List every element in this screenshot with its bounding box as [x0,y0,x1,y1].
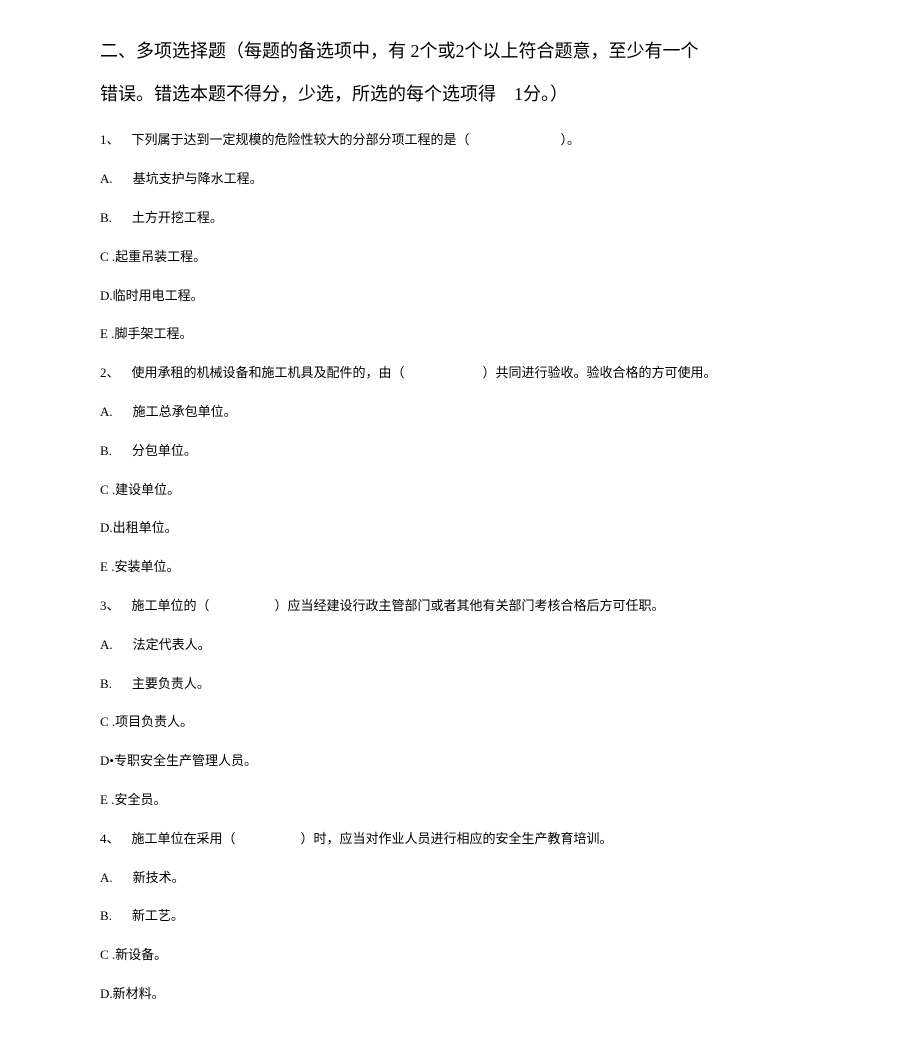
option-text: 土方开挖工程。 [132,210,223,225]
option-label: B. [100,908,112,923]
option: D.出租单位。 [100,518,820,539]
option-label: C . [100,714,115,729]
option-label: C . [100,249,115,264]
option-label: C . [100,947,115,962]
section-title-line1: 二、多项选择题（每题的备选项中，有 2个或2个以上符合题意，至少有一个 [100,30,820,73]
question-number: 1、 [100,132,120,147]
option-text: 分包单位。 [132,443,197,458]
option: D.新材料。 [100,984,820,1005]
option-label: D. [100,520,113,535]
option-label: D. [100,288,113,303]
option: E .脚手架工程。 [100,324,820,345]
option-text: 起重吊装工程。 [115,249,206,264]
question-stem: 1、下列属于达到一定规模的危险性较大的分部分项工程的是（ ）。 [100,130,820,151]
option-text: 基坑支护与降水工程。 [133,171,263,186]
option: E .安全员。 [100,790,820,811]
question-number: 4、 [100,831,120,846]
option-label: A. [100,171,113,186]
option-text: 施工总承包单位。 [133,404,237,419]
option: A. 新技术。 [100,868,820,889]
option-label: E . [100,326,114,341]
option-label: E . [100,792,114,807]
option-label: A. [100,637,113,652]
option-text: 出租单位。 [113,520,178,535]
option: C .项目负责人。 [100,712,820,733]
option: C .新设备。 [100,945,820,966]
option-label: B. [100,210,112,225]
option-text: 脚手架工程。 [114,326,192,341]
option-text: 项目负责人。 [115,714,193,729]
option: D.临时用电工程。 [100,286,820,307]
question-stem: 2、使用承租的机械设备和施工机具及配件的，由（ ）共同进行验收。验收合格的方可使… [100,363,820,384]
question-text: 施工单位的（ ）应当经建设行政主管部门或者其他有关部门考核合格后方可任职。 [132,598,665,613]
option-label: D• [100,753,114,768]
question-number: 2、 [100,365,120,380]
option: B. 主要负责人。 [100,674,820,695]
option: E .安装单位。 [100,557,820,578]
option-label: B. [100,676,112,691]
option-label: E . [100,559,114,574]
question-number: 3、 [100,598,120,613]
option-text: 新工艺。 [132,908,184,923]
section-title-line2: 错误。错选本题不得分，少选，所选的每个选项得 1分。） [100,73,820,116]
option: C .起重吊装工程。 [100,247,820,268]
option-text: 新材料。 [113,986,165,1001]
option: C .建设单位。 [100,480,820,501]
option: A. 施工总承包单位。 [100,402,820,423]
option: A. 基坑支护与降水工程。 [100,169,820,190]
option: B. 分包单位。 [100,441,820,462]
option-text: 法定代表人。 [133,637,211,652]
option-text: 安全员。 [114,792,166,807]
option-label: A. [100,870,113,885]
option-label: D. [100,986,113,1001]
option: B. 土方开挖工程。 [100,208,820,229]
option-text: 专职安全生产管理人员。 [114,753,257,768]
option: D•专职安全生产管理人员。 [100,751,820,772]
option-text: 新技术。 [133,870,185,885]
option-text: 临时用电工程。 [113,288,204,303]
option-label: B. [100,443,112,458]
option-text: 新设备。 [115,947,167,962]
question-stem: 4、施工单位在采用（ ）时，应当对作业人员进行相应的安全生产教育培训。 [100,829,820,850]
question-stem: 3、施工单位的（ ）应当经建设行政主管部门或者其他有关部门考核合格后方可任职。 [100,596,820,617]
option: A. 法定代表人。 [100,635,820,656]
option-text: 建设单位。 [115,482,180,497]
question-text: 使用承租的机械设备和施工机具及配件的，由（ ）共同进行验收。验收合格的方可使用。 [132,365,717,380]
option-label: A. [100,404,113,419]
option-label: C . [100,482,115,497]
option-text: 主要负责人。 [132,676,210,691]
question-text: 施工单位在采用（ ）时，应当对作业人员进行相应的安全生产教育培训。 [132,831,613,846]
question-text: 下列属于达到一定规模的危险性较大的分部分项工程的是（ ）。 [132,132,581,147]
questions-container: 1、下列属于达到一定规模的危险性较大的分部分项工程的是（ ）。 A. 基坑支护与降水… [100,130,820,1004]
section-title: 二、多项选择题（每题的备选项中，有 2个或2个以上符合题意，至少有一个 错误。错… [100,30,820,116]
option-text: 安装单位。 [114,559,179,574]
option: B. 新工艺。 [100,906,820,927]
